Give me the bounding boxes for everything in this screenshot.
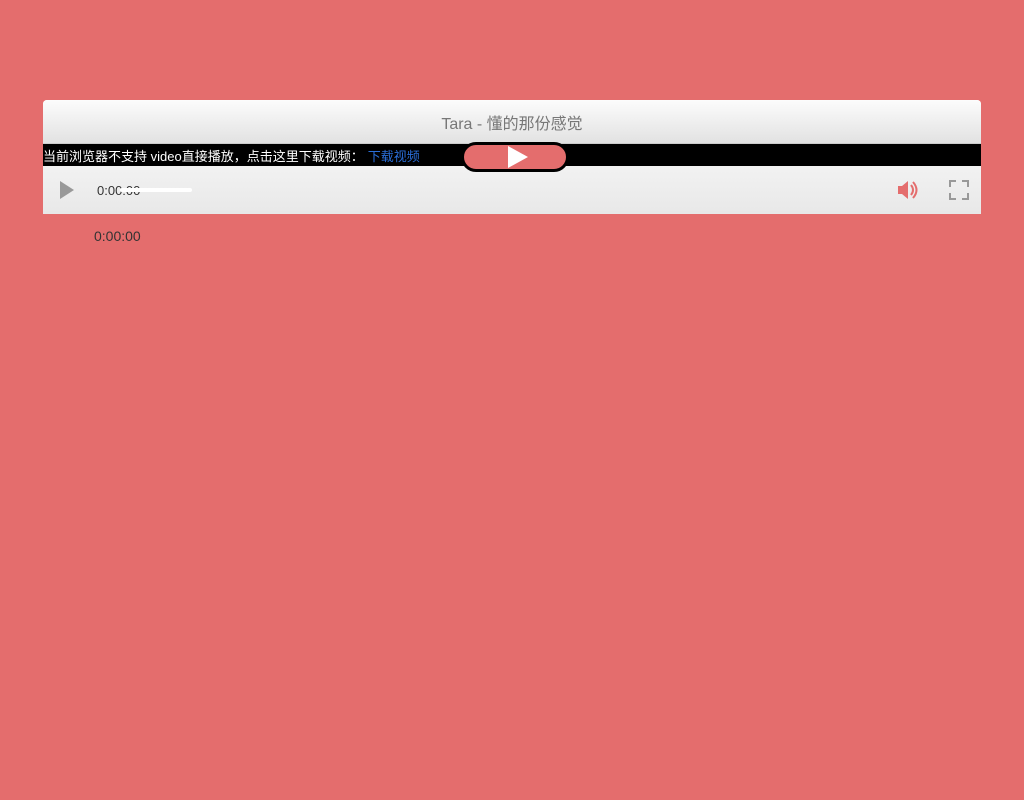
play-icon [60, 181, 74, 199]
center-play-badge[interactable] [461, 142, 569, 172]
player-controls-bar: 0:00:00 [43, 166, 981, 214]
below-time-display: 0:00:00 [94, 228, 141, 244]
unsupported-video-message: 当前浏览器不支持 video直接播放，点击这里下载视频： [43, 146, 364, 165]
video-player-container: Tara - 懂的那份感觉 当前浏览器不支持 video直接播放，点击这里下载视… [43, 100, 981, 214]
play-icon [508, 146, 528, 168]
volume-button[interactable] [897, 178, 921, 202]
progress-bar[interactable] [120, 188, 192, 192]
video-display-area: 当前浏览器不支持 video直接播放，点击这里下载视频： 下载视频 [43, 144, 981, 166]
download-video-link[interactable]: 下载视频 [368, 146, 420, 165]
fullscreen-icon [949, 180, 956, 187]
player-title-bar: Tara - 懂的那份感觉 [43, 100, 981, 144]
fullscreen-button[interactable] [949, 180, 969, 200]
volume-icon [898, 181, 920, 199]
play-button[interactable] [55, 178, 79, 202]
player-title-text: Tara - 懂的那份感觉 [441, 110, 582, 134]
